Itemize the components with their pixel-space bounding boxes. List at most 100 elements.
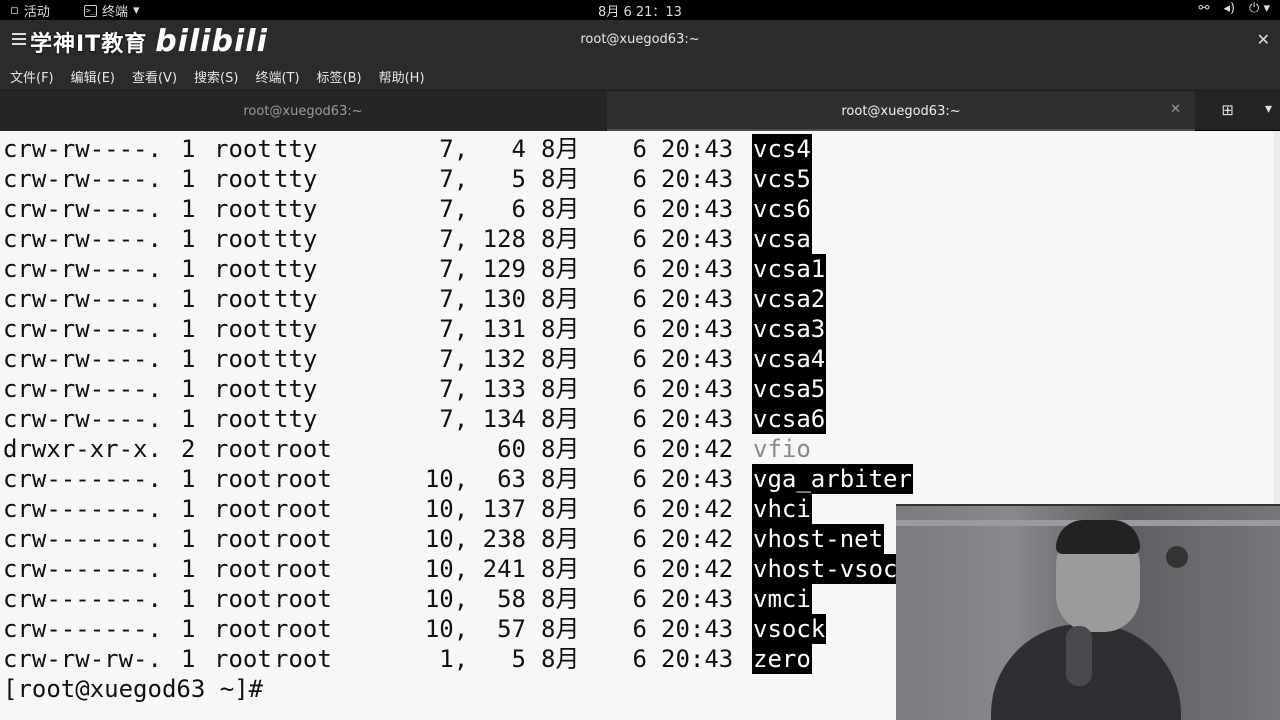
new-tab-icon[interactable]: ⊞ — [1221, 101, 1234, 119]
line-day: 6 — [632, 285, 647, 313]
tab-1[interactable]: root@xuegod63:~ — [0, 91, 606, 131]
line-time: 20:43 — [661, 615, 734, 643]
line-day: 6 — [632, 375, 647, 403]
activities-button[interactable]: ▫ 活动 — [10, 1, 50, 20]
line-links: 1 — [181, 525, 196, 553]
line-perm: crw-rw----. — [3, 345, 162, 373]
line-size: 7, 5 — [439, 165, 526, 193]
line-owner: root — [214, 495, 272, 523]
line-month: 8月 — [541, 285, 580, 313]
line-time: 20:43 — [661, 585, 734, 613]
window-titlebar[interactable]: 学神IT教育 bilibili root@xuegod63:~ ✕ — [0, 20, 1280, 62]
line-time: 20:43 — [661, 315, 734, 343]
line-day: 6 — [632, 585, 647, 613]
menu-view[interactable]: 查看(V) — [132, 67, 177, 86]
tab-bar: root@xuegod63:~ root@xuegod63:~ ✕ ⊞ ▾ — [0, 90, 1280, 131]
line-name: vcsa — [752, 224, 812, 254]
menu-file[interactable]: 文件(F) — [10, 67, 54, 86]
line-size: 10, 137 — [424, 495, 526, 523]
clock[interactable]: 8月 6 21：13 — [0, 1, 1280, 20]
line-group: root — [274, 585, 332, 613]
line-perm: crw-rw----. — [3, 165, 162, 193]
line-links: 1 — [181, 375, 196, 403]
line-owner: root — [214, 615, 272, 643]
menu-search[interactable]: 搜索(S) — [194, 67, 238, 86]
line-owner: root — [214, 285, 272, 313]
line-owner: root — [214, 405, 272, 433]
line-owner: root — [214, 435, 272, 463]
line-perm: crw-rw----. — [3, 225, 162, 253]
line-name: vfio — [753, 435, 811, 463]
line-name: vcsa2 — [752, 284, 827, 314]
line-owner: root — [214, 555, 272, 583]
line-day: 6 — [632, 405, 647, 433]
gnome-top-bar: ▫ 活动 >_ 终端 ▾ 8月 6 21：13 ⚯ ◂) ⏻ ▾ — [0, 0, 1280, 20]
activities-icon: ▫ — [10, 3, 19, 18]
line-links: 1 — [181, 345, 196, 373]
line-name: vhost-net — [752, 524, 885, 554]
line-owner: root — [214, 465, 272, 493]
line-group: root — [274, 465, 332, 493]
line-time: 20:43 — [661, 255, 734, 283]
menu-edit[interactable]: 编辑(E) — [71, 67, 115, 86]
menu-tabs[interactable]: 标签(B) — [317, 67, 362, 86]
line-perm: crw-------. — [3, 495, 162, 523]
line-links: 1 — [181, 405, 196, 433]
line-name: vcsa6 — [752, 404, 827, 434]
line-time: 20:42 — [661, 495, 734, 523]
line-size: 10, 57 — [424, 615, 526, 643]
tab-2[interactable]: root@xuegod63:~ ✕ — [607, 91, 1195, 131]
line-links: 1 — [181, 225, 196, 253]
line-owner: root — [214, 345, 272, 373]
line-name: vcs6 — [752, 194, 812, 224]
line-owner: root — [214, 255, 272, 283]
line-size: 1, 5 — [439, 645, 526, 673]
webcam-microphone — [1066, 626, 1092, 686]
line-time: 20:43 — [661, 135, 734, 163]
volume-icon[interactable]: ◂) — [1223, 1, 1235, 16]
line-group: tty — [274, 165, 318, 193]
line-owner: root — [214, 585, 272, 613]
tab-menu-icon[interactable]: ▾ — [1265, 101, 1272, 117]
close-icon[interactable]: ✕ — [1257, 30, 1270, 49]
line-group: tty — [274, 195, 318, 223]
line-name: vcsa1 — [752, 254, 827, 284]
app-menu-button[interactable]: >_ 终端 ▾ — [84, 1, 140, 20]
line-day: 6 — [632, 315, 647, 343]
line-time: 20:43 — [661, 195, 734, 223]
line-group: tty — [274, 375, 318, 403]
line-owner: root — [214, 525, 272, 553]
line-perm: crw-rw----. — [3, 315, 162, 343]
menu-help[interactable]: 帮助(H) — [379, 67, 425, 86]
line-size: 7, 133 — [439, 375, 526, 403]
close-tab-icon[interactable]: ✕ — [1170, 102, 1181, 117]
network-icon[interactable]: ⚯ — [1199, 1, 1210, 16]
line-size: 7, 130 — [439, 285, 526, 313]
line-size: 10, 238 — [424, 525, 526, 553]
line-perm: crw-rw----. — [3, 285, 162, 313]
system-tray[interactable]: ⚯ ◂) ⏻ ▾ — [1199, 1, 1270, 16]
line-name: vcsa4 — [752, 344, 827, 374]
line-size: 10, 241 — [424, 555, 526, 583]
power-icon[interactable]: ⏻ ▾ — [1249, 1, 1270, 16]
line-links: 1 — [181, 495, 196, 523]
line-size: 60 — [497, 435, 526, 463]
terminal-app-icon: >_ — [84, 4, 97, 17]
line-time: 20:43 — [661, 345, 734, 373]
line-name: vsock — [752, 614, 827, 644]
tab-label: root@xuegod63:~ — [841, 103, 961, 119]
window-title: root@xuegod63:~ — [580, 32, 700, 47]
line-month: 8月 — [541, 255, 580, 283]
line-month: 8月 — [541, 375, 580, 403]
line-time: 20:43 — [661, 405, 734, 433]
line-links: 1 — [181, 555, 196, 583]
line-owner: root — [214, 225, 272, 253]
line-name: vcsa3 — [752, 314, 827, 344]
line-owner: root — [214, 165, 272, 193]
shell-prompt: [root@xuegod63 ~]# — [3, 675, 264, 703]
line-group: tty — [274, 345, 318, 373]
menu-terminal[interactable]: 终端(T) — [255, 67, 299, 86]
line-size: 7, 132 — [439, 345, 526, 373]
line-size: 7, 4 — [439, 135, 526, 163]
line-month: 8月 — [541, 495, 580, 523]
